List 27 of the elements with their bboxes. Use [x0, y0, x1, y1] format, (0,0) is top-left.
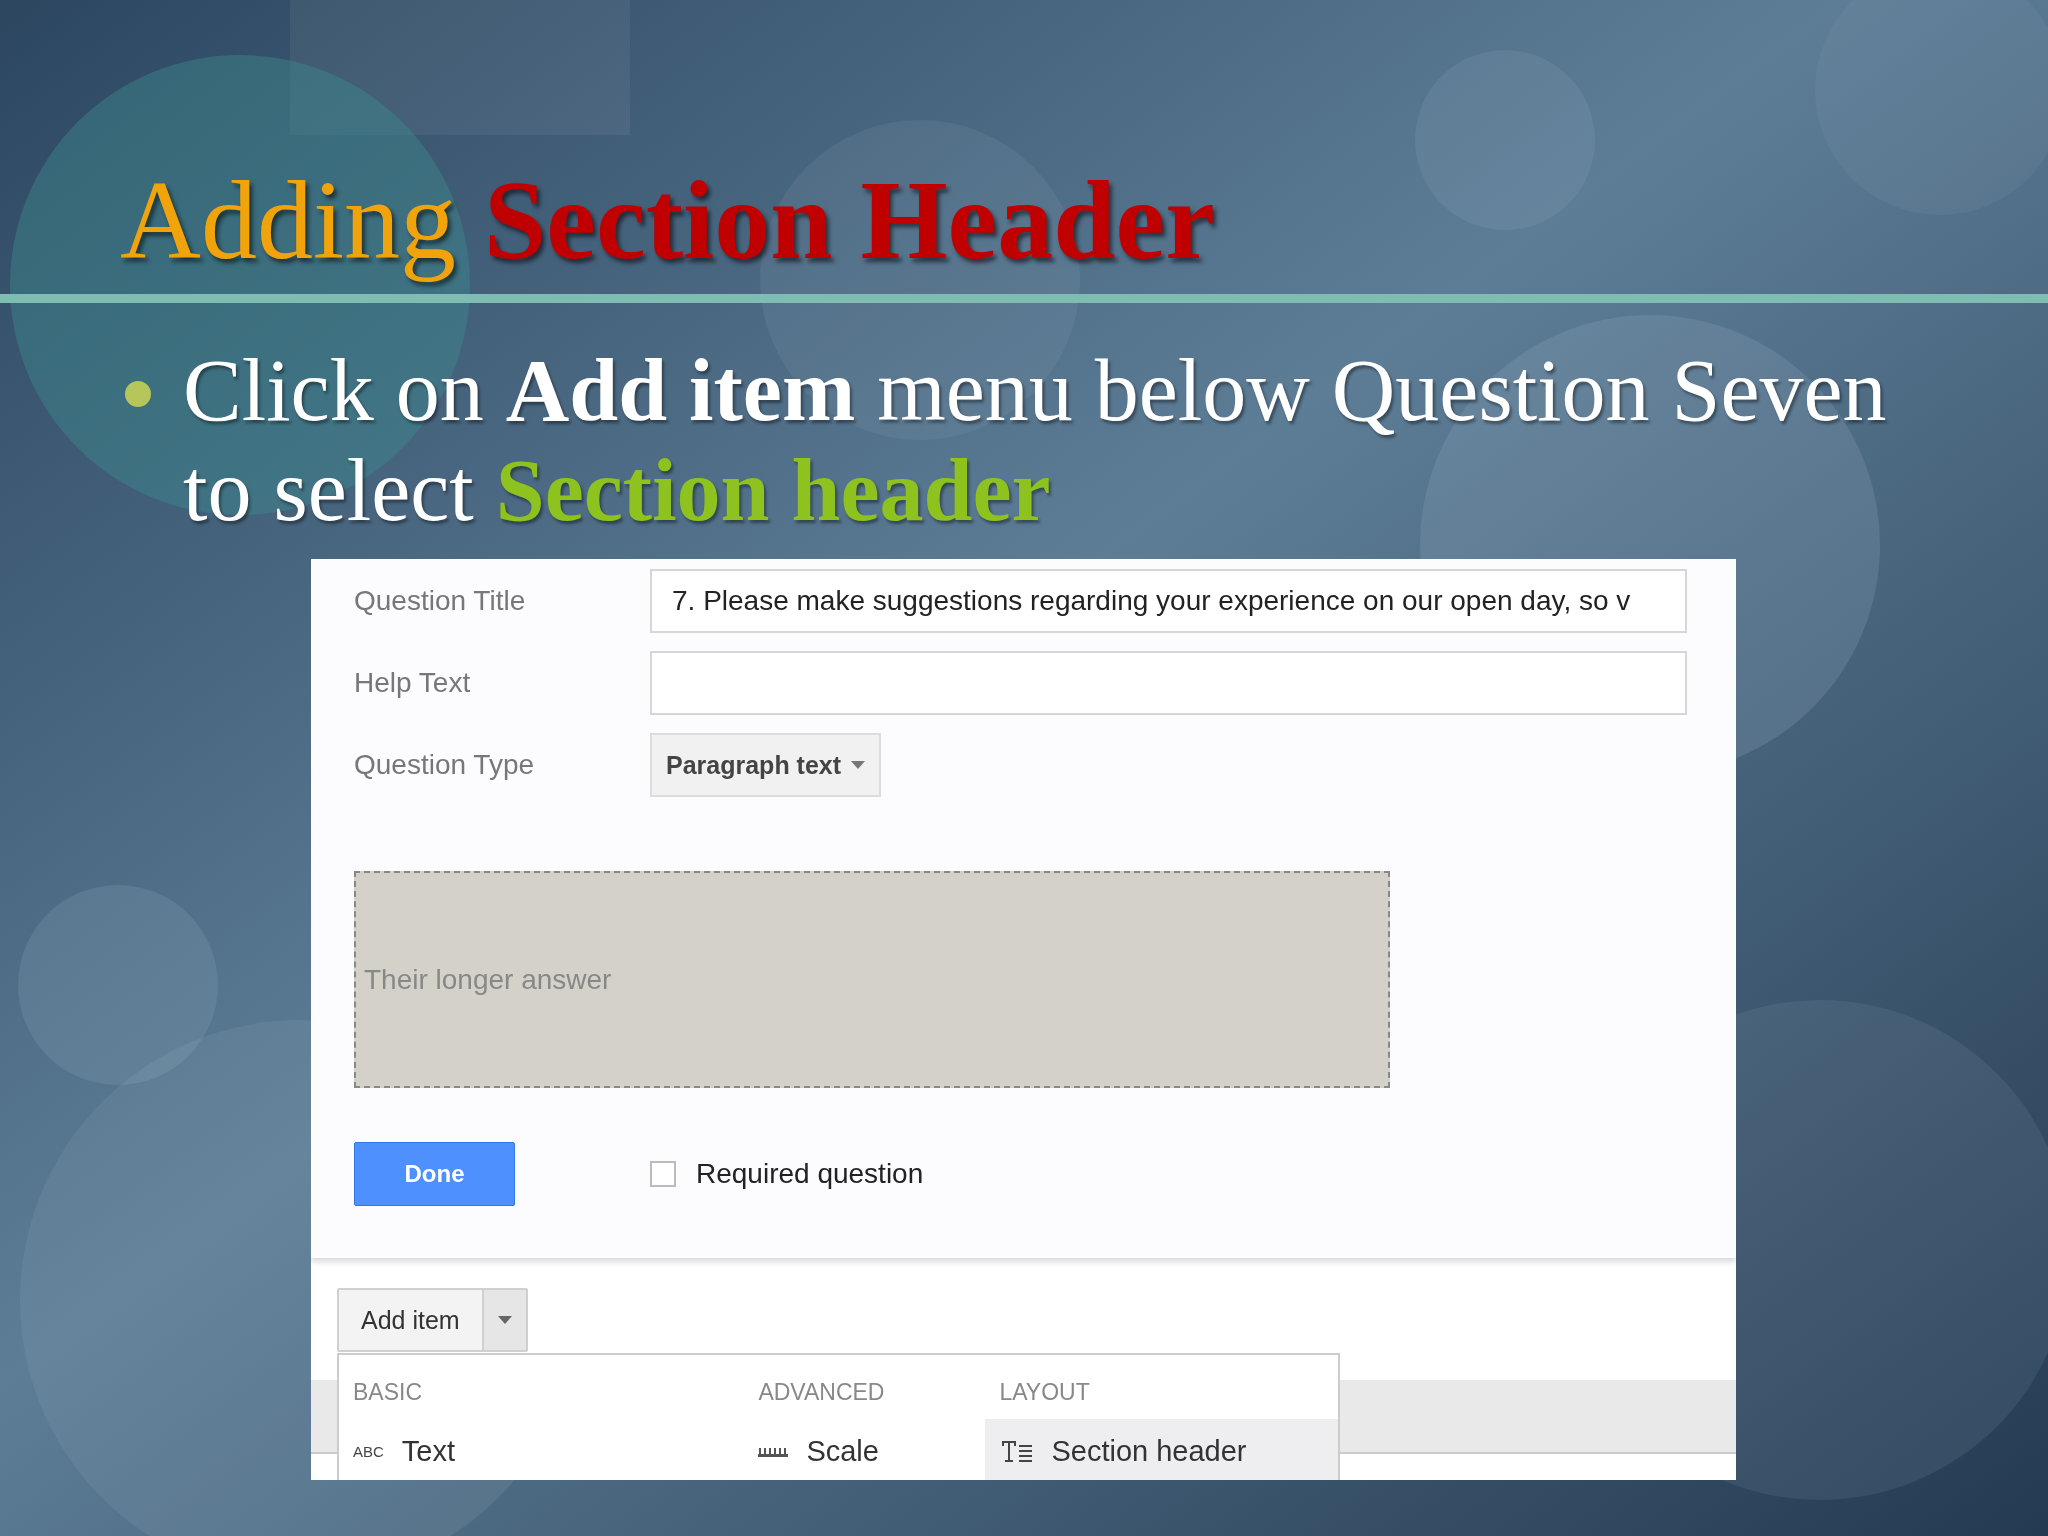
field-label: Help Text — [354, 667, 472, 699]
checkbox-label: Required question — [696, 1158, 924, 1190]
menu-item[interactable]: Scale — [744, 1419, 986, 1480]
menu-heading: BASIC — [352, 1378, 424, 1407]
menu-item[interactable]: Section header — [985, 1419, 1338, 1480]
add-item-label[interactable]: Add item — [339, 1290, 482, 1350]
field-label: Question Type — [354, 749, 536, 781]
caret-icon — [497, 1316, 512, 1324]
bullet-text: Click on Add item menu below Question Seven to select Section header — [183, 341, 1888, 541]
menu-heading: ADVANCED — [757, 1378, 886, 1407]
section-header-icon — [999, 1439, 1034, 1463]
menu-item[interactable]: ABC Text — [339, 1419, 745, 1480]
input-field[interactable]: 7. Please make suggestions regarding your experience on our open day, so v — [650, 569, 1687, 633]
menu-item-label: Section header — [1051, 1434, 1247, 1468]
menu-item-label: Scale — [806, 1434, 879, 1468]
text-type-icon: ABC — [353, 1442, 384, 1460]
input-field[interactable] — [650, 651, 1687, 715]
scale-icon — [758, 1445, 789, 1457]
slide-title: Adding Section Header — [120, 157, 1216, 284]
caret-icon — [851, 761, 866, 769]
answer-placeholder: Their longer answer — [364, 963, 612, 996]
menu-item-label: Text — [401, 1434, 456, 1468]
dropdown-button[interactable] — [481, 1290, 526, 1350]
question-type-dropdown[interactable]: Paragraph text — [650, 733, 882, 797]
field-label: Question Title — [354, 585, 527, 617]
menu-heading: LAYOUT — [998, 1378, 1091, 1407]
required-checkbox[interactable] — [650, 1161, 676, 1187]
